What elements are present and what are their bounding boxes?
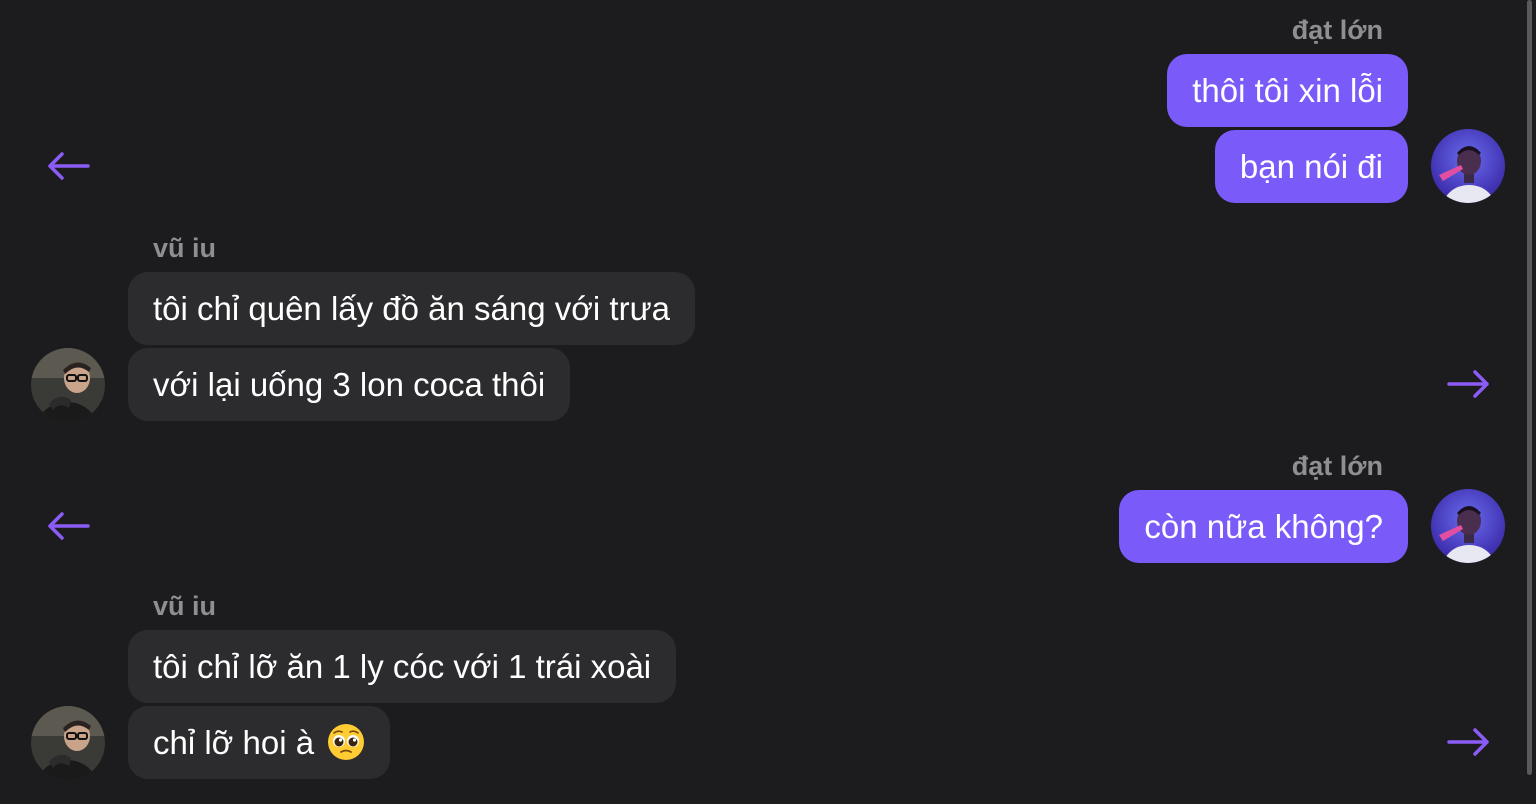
sender-name: đạt lớn xyxy=(1291,451,1383,481)
avatar-photo xyxy=(31,348,105,422)
sender-name: đạt lớn xyxy=(1291,15,1383,45)
arrow-right-icon[interactable] xyxy=(1447,727,1491,757)
avatar-photo xyxy=(31,706,105,780)
avatar[interactable] xyxy=(31,348,105,422)
message-text: chỉ lỡ hoi à xyxy=(153,724,315,761)
arrow-right-icon[interactable] xyxy=(1447,369,1491,399)
arrow-left-icon[interactable] xyxy=(46,151,90,181)
avatar-photo xyxy=(1431,489,1505,563)
sender-name: vũ iu xyxy=(153,233,217,263)
chat-thread: đạt lớn thôi tôi xin lỗi bạn nói đi vũ i… xyxy=(0,0,1536,804)
avatar[interactable] xyxy=(31,706,105,780)
avatar[interactable] xyxy=(1431,129,1505,203)
arrow-left-icon[interactable] xyxy=(46,511,90,541)
avatar[interactable] xyxy=(1431,489,1505,563)
message-bubble[interactable]: tôi chỉ lỡ ăn 1 ly cóc với 1 trái xoài xyxy=(128,630,677,703)
pleading-face-emoji xyxy=(328,724,365,760)
sender-name: vũ iu xyxy=(153,591,217,621)
message-bubble[interactable]: bạn nói đi xyxy=(1214,130,1408,203)
scrollbar[interactable] xyxy=(1522,0,1536,804)
message-bubble[interactable]: tôi chỉ quên lấy đồ ăn sáng với trưa xyxy=(128,272,696,345)
message-bubble[interactable]: với lại uống 3 lon coca thôi xyxy=(128,348,571,421)
message-bubble[interactable]: chỉ lỡ hoi à xyxy=(128,706,391,779)
message-bubble[interactable]: thôi tôi xin lỗi xyxy=(1167,54,1408,127)
avatar-photo xyxy=(1431,129,1505,203)
scrollbar-thumb[interactable] xyxy=(1527,0,1532,775)
message-bubble[interactable]: còn nữa không? xyxy=(1119,490,1408,563)
